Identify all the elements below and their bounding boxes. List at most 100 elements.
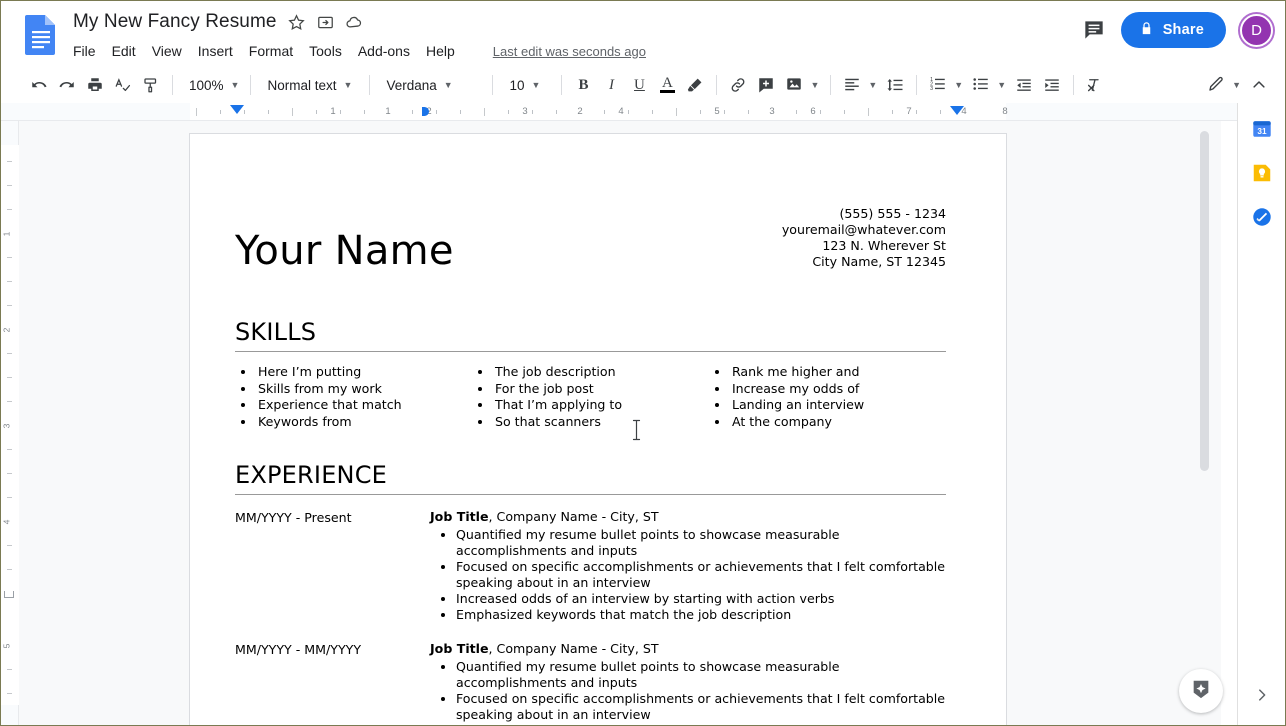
experience-title[interactable]: Job Title, Company Name - City, ST bbox=[430, 509, 946, 525]
explore-button[interactable] bbox=[1179, 669, 1223, 713]
undo-icon[interactable] bbox=[25, 71, 53, 99]
cloud-saved-icon[interactable] bbox=[345, 13, 364, 32]
align-button[interactable]: ▼ bbox=[838, 72, 881, 98]
toolbar-divider bbox=[916, 75, 918, 95]
toolbar-divider bbox=[250, 75, 252, 95]
list-item[interactable]: Experience that match bbox=[256, 397, 472, 414]
chevron-down-icon: ▼ bbox=[343, 80, 353, 90]
google-tasks-icon[interactable] bbox=[1250, 205, 1274, 229]
redo-icon[interactable] bbox=[53, 71, 81, 99]
list-item[interactable]: Emphasized keywords that match the job d… bbox=[456, 607, 946, 623]
menu-edit[interactable]: Edit bbox=[104, 40, 144, 62]
edit-mode-button[interactable]: ▼ bbox=[1202, 72, 1245, 98]
list-item[interactable]: So that scanners bbox=[493, 414, 709, 431]
experience-dates[interactable]: MM/YYYY - MM/YYYY bbox=[235, 641, 430, 725]
google-docs-icon[interactable] bbox=[23, 13, 59, 57]
list-item[interactable]: Skills from my work bbox=[256, 381, 472, 398]
list-item[interactable]: Keywords from bbox=[256, 414, 472, 431]
italic-button[interactable]: I bbox=[597, 71, 625, 99]
menu-tools[interactable]: Tools bbox=[301, 40, 350, 62]
document-scrollbar-thumb[interactable] bbox=[1200, 131, 1209, 471]
font-family-select[interactable]: Verdana ▼ bbox=[377, 72, 485, 98]
text-color-button[interactable]: A bbox=[653, 71, 681, 99]
list-item[interactable]: Here I’m putting bbox=[256, 364, 472, 381]
list-item[interactable]: The job description bbox=[493, 364, 709, 381]
list-item[interactable]: For the job post bbox=[493, 381, 709, 398]
menu-view[interactable]: View bbox=[144, 40, 190, 62]
ruler-number: 3 bbox=[522, 106, 528, 117]
menu-insert[interactable]: Insert bbox=[190, 40, 241, 62]
chevron-down-icon: ▼ bbox=[531, 80, 541, 90]
underline-button[interactable]: U bbox=[625, 71, 653, 99]
paint-format-icon[interactable] bbox=[137, 71, 165, 99]
list-item[interactable]: Focused on specific accomplishments or a… bbox=[456, 691, 946, 723]
google-keep-icon[interactable] bbox=[1250, 161, 1274, 185]
star-icon[interactable] bbox=[287, 13, 306, 32]
vertical-indent-marker[interactable] bbox=[4, 591, 14, 598]
document-page[interactable]: Your Name (555) 555 - 1234 youremail@wha… bbox=[190, 134, 1006, 725]
skills-columns: Here I’m putting Skills from my work Exp… bbox=[235, 364, 946, 431]
highlight-pen-icon[interactable] bbox=[681, 71, 709, 99]
chevron-up-icon[interactable] bbox=[1245, 71, 1273, 99]
insert-link-icon[interactable] bbox=[724, 71, 752, 99]
menu-bar: File Edit View Insert Format Tools Add-o… bbox=[73, 38, 646, 64]
line-spacing-icon[interactable] bbox=[881, 71, 909, 99]
list-item[interactable]: Focused on specific accomplishments or a… bbox=[456, 559, 946, 591]
google-calendar-icon[interactable]: 31 bbox=[1250, 117, 1274, 141]
toolbar-divider bbox=[830, 75, 832, 95]
skills-divider bbox=[235, 350, 946, 352]
experience-entry: MM/YYYY - MM/YYYY Job Title, Company Nam… bbox=[235, 641, 946, 725]
decrease-indent-icon[interactable] bbox=[1010, 71, 1038, 99]
first-line-indent-marker[interactable] bbox=[230, 105, 244, 114]
experience-divider bbox=[235, 493, 946, 495]
experience-title[interactable]: Job Title, Company Name - City, ST bbox=[430, 641, 946, 657]
vruler-number: 2 bbox=[1, 327, 12, 333]
list-item[interactable]: Landing an interview bbox=[730, 397, 946, 414]
resume-name[interactable]: Your Name bbox=[235, 230, 454, 272]
paragraph-style-select[interactable]: Normal text ▼ bbox=[258, 72, 362, 98]
experience-dates[interactable]: MM/YYYY - Present bbox=[235, 509, 430, 624]
menu-file[interactable]: File bbox=[73, 40, 104, 62]
vertical-ruler[interactable]: 1 2 3 4 5 bbox=[1, 121, 19, 725]
comment-history-icon[interactable] bbox=[1081, 17, 1107, 43]
list-item[interactable]: Increased odds of an interview by starti… bbox=[456, 591, 946, 607]
bold-label: B bbox=[578, 76, 589, 93]
list-item[interactable]: Rank me higher and bbox=[730, 364, 946, 381]
bulleted-list-button[interactable]: ▼ bbox=[967, 72, 1010, 98]
skills-heading[interactable]: SKILLS bbox=[235, 318, 946, 347]
lock-icon bbox=[1139, 21, 1154, 40]
document-canvas[interactable]: Your Name (555) 555 - 1234 youremail@wha… bbox=[19, 121, 1221, 725]
list-item[interactable]: Quantified my resume bullet points to sh… bbox=[456, 659, 946, 691]
list-item[interactable]: At the company bbox=[730, 414, 946, 431]
menu-help[interactable]: Help bbox=[418, 40, 463, 62]
list-item[interactable]: That I’m applying to bbox=[493, 397, 709, 414]
share-button[interactable]: Share bbox=[1120, 12, 1226, 48]
document-title[interactable]: My New Fancy Resume bbox=[73, 11, 277, 33]
avatar[interactable]: D bbox=[1240, 13, 1273, 47]
horizontal-ruler[interactable]: 1 2 3 4 8 7 6 5 4 3 2 1 bbox=[1, 103, 1239, 121]
menu-add-ons[interactable]: Add-ons bbox=[350, 40, 418, 62]
add-comment-icon[interactable] bbox=[752, 71, 780, 99]
list-item[interactable]: Increase my odds of bbox=[730, 381, 946, 398]
increase-indent-icon[interactable] bbox=[1038, 71, 1066, 99]
document-scrollbar-track[interactable] bbox=[1200, 121, 1215, 725]
chevron-right-icon[interactable] bbox=[1250, 683, 1274, 707]
zoom-select[interactable]: 100% ▼ bbox=[180, 72, 243, 98]
list-item[interactable]: Quantified my resume bullet points to sh… bbox=[456, 527, 946, 559]
google-docs-window: My New Fancy Resume File Edit View Inser… bbox=[0, 0, 1286, 726]
experience-heading[interactable]: EXPERIENCE bbox=[235, 461, 946, 490]
insert-image-button[interactable]: ▼ bbox=[780, 72, 823, 98]
right-indent-marker[interactable] bbox=[950, 106, 964, 115]
numbered-list-icon: 1 2 3 bbox=[929, 75, 947, 96]
move-to-folder-icon[interactable] bbox=[316, 13, 335, 32]
bold-button[interactable]: B bbox=[569, 71, 597, 99]
print-icon[interactable] bbox=[81, 71, 109, 99]
font-size-select[interactable]: 10 ▼ bbox=[500, 72, 554, 98]
resume-contact-block[interactable]: (555) 555 - 1234 youremail@whatever.com … bbox=[782, 206, 946, 270]
last-edit-link[interactable]: Last edit was seconds ago bbox=[493, 44, 646, 59]
clear-formatting-icon[interactable] bbox=[1081, 71, 1109, 99]
spellcheck-icon[interactable] bbox=[109, 71, 137, 99]
numbered-list-button[interactable]: 1 2 3 ▼ bbox=[924, 72, 967, 98]
svg-text:31: 31 bbox=[1257, 127, 1267, 136]
menu-format[interactable]: Format bbox=[241, 40, 301, 62]
